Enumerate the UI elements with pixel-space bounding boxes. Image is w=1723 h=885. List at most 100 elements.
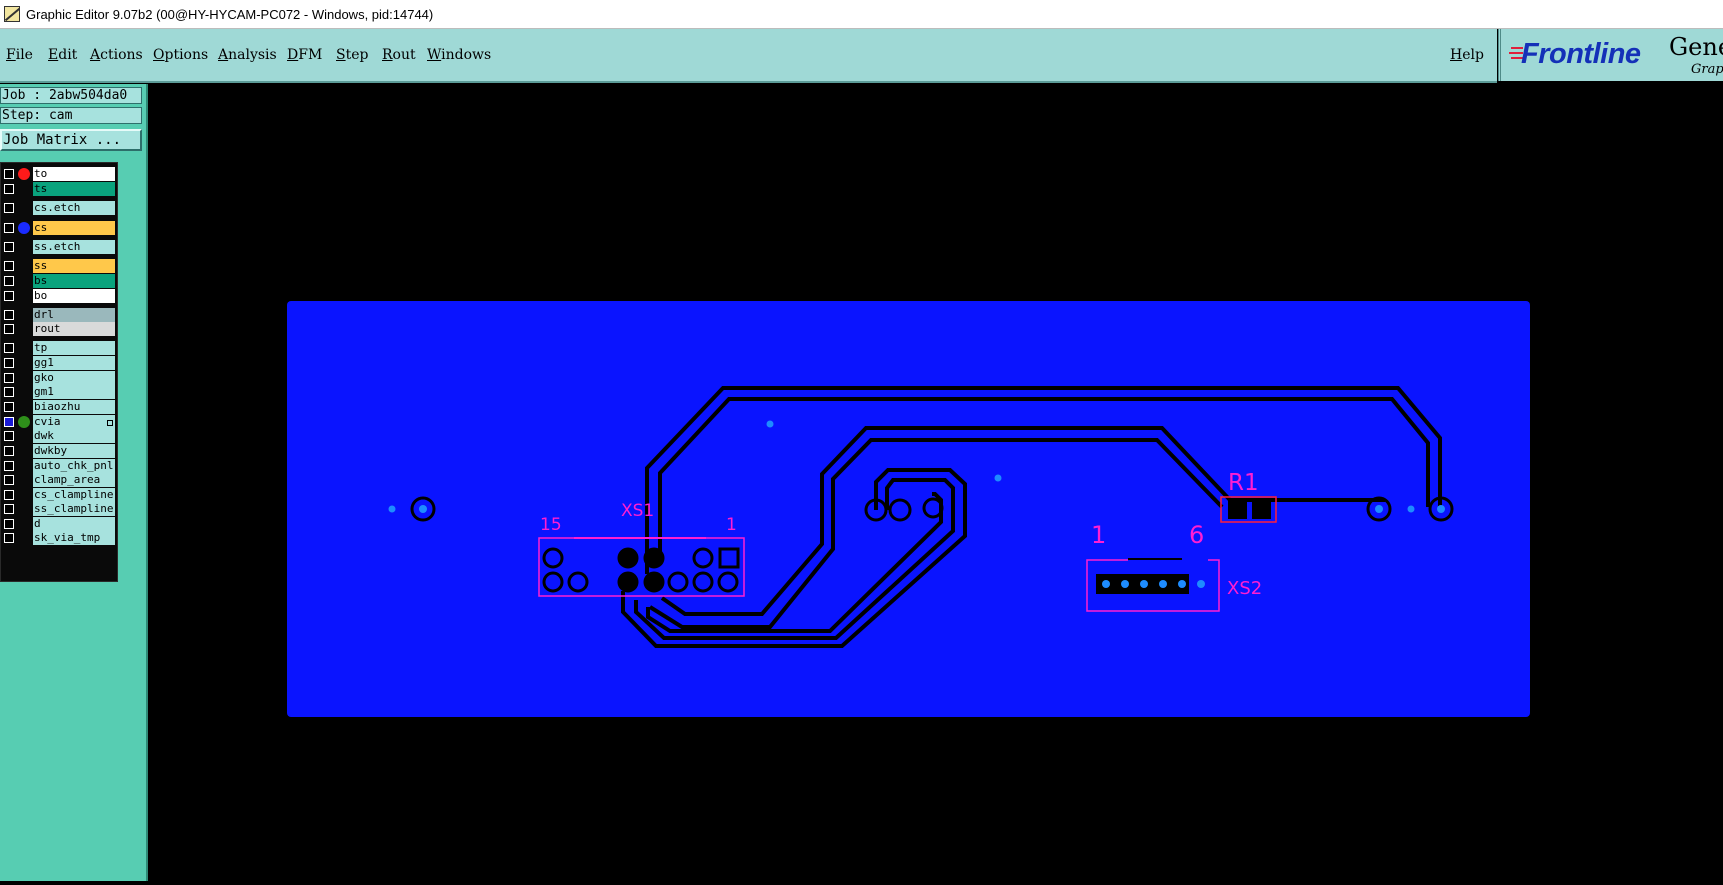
- layer-checkbox[interactable]: [4, 519, 14, 529]
- layer-name[interactable]: gg1: [33, 356, 115, 370]
- layer-row-sk-via-tmp[interactable]: sk_via_tmp: [1, 531, 117, 545]
- layer-row-ss-clampline[interactable]: ss_clampline: [1, 502, 117, 516]
- layer-checkbox[interactable]: [4, 461, 14, 471]
- job-matrix-button[interactable]: Job Matrix ...: [0, 129, 142, 151]
- layer-checkbox[interactable]: [4, 276, 14, 286]
- layer-name[interactable]: auto_chk_pnl: [33, 459, 115, 473]
- layer-name[interactable]: sk_via_tmp: [33, 531, 115, 545]
- layer-name[interactable]: cvia: [33, 415, 115, 429]
- layer-checkbox[interactable]: [4, 291, 14, 301]
- layer-checkbox[interactable]: [4, 431, 14, 441]
- layer-row-gg1[interactable]: gg1: [1, 356, 117, 370]
- layer-affected-dot-icon: [18, 168, 30, 180]
- xs2-pad: [1140, 580, 1148, 588]
- layer-name[interactable]: to: [33, 167, 115, 181]
- layer-name[interactable]: cs: [33, 221, 115, 235]
- layer-name[interactable]: gm1: [33, 385, 115, 399]
- xs2-pad: [1178, 580, 1186, 588]
- layer-checkbox[interactable]: [4, 402, 14, 412]
- layer-name[interactable]: dwk: [33, 429, 115, 443]
- menu-step[interactable]: Step: [336, 47, 368, 63]
- layer-name[interactable]: ss_clampline: [33, 502, 115, 516]
- layer-checkbox[interactable]: [4, 504, 14, 514]
- layer-checkbox[interactable]: [4, 169, 14, 179]
- layer-name[interactable]: clamp_area: [33, 473, 115, 487]
- layer-name[interactable]: rout: [33, 322, 115, 336]
- layer-list: to ts cs.etch cs ss.etch ss bs bo drl rout tp gg1 gk…: [0, 162, 118, 582]
- layer-name[interactable]: gko: [33, 371, 115, 385]
- menu-edit[interactable]: Edit: [48, 47, 77, 63]
- layer-row-gko[interactable]: gko: [1, 371, 117, 385]
- layer-row-biaozhu[interactable]: biaozhu: [1, 400, 117, 414]
- layer-row-clamp-area[interactable]: clamp_area: [1, 473, 117, 487]
- via: [766, 420, 774, 428]
- layer-row-gm1[interactable]: gm1: [1, 385, 117, 399]
- layer-name[interactable]: ts: [33, 182, 115, 196]
- layer-checkbox[interactable]: [4, 490, 14, 500]
- menu-actions[interactable]: Actions: [90, 47, 143, 63]
- layer-name[interactable]: ss: [33, 259, 115, 273]
- step-label: Step: cam: [0, 107, 142, 124]
- xs2-pin1-label: 1: [1091, 521, 1106, 549]
- layer-checkbox[interactable]: [4, 310, 14, 320]
- layer-name[interactable]: bs: [33, 274, 115, 288]
- layer-row-ss[interactable]: ss: [1, 259, 117, 273]
- layer-checkbox[interactable]: [4, 261, 14, 271]
- layer-name[interactable]: cs.etch: [33, 201, 115, 215]
- menu-dfm[interactable]: DFM: [287, 47, 322, 63]
- layer-checkbox[interactable]: [4, 343, 14, 353]
- layer-checkbox[interactable]: [4, 475, 14, 485]
- layer-checkbox[interactable]: [4, 324, 14, 334]
- layer-row-cs-etch[interactable]: cs.etch: [1, 201, 117, 215]
- layer-name[interactable]: dwkby: [33, 444, 115, 458]
- layer-checkbox[interactable]: [4, 387, 14, 397]
- layer-row-cs[interactable]: cs: [1, 221, 117, 235]
- layer-checkbox[interactable]: [4, 184, 14, 194]
- layer-row-d[interactable]: d: [1, 517, 117, 531]
- layer-row-ts[interactable]: ts: [1, 182, 117, 196]
- layer-row-drl[interactable]: drl: [1, 308, 117, 322]
- left-panel: Job : 2abw504da0 Step: cam Job Matrix ..…: [0, 84, 148, 881]
- layer-checkbox[interactable]: [4, 242, 14, 252]
- menu-windows[interactable]: Windows: [427, 47, 491, 63]
- logo-wordmark: Frontline: [1521, 38, 1641, 70]
- menu-options[interactable]: Options: [153, 47, 208, 63]
- menu-file[interactable]: File: [6, 47, 33, 63]
- frontline-logo: Frontline Gene Grap: [1498, 29, 1723, 81]
- window-title: Graphic Editor 9.07b2 (00@HY-HYCAM-PC072…: [26, 6, 434, 22]
- via: [1407, 505, 1415, 513]
- layer-name[interactable]: drl: [33, 308, 115, 322]
- layer-row-bo[interactable]: bo: [1, 289, 117, 303]
- layer-name[interactable]: d: [33, 517, 115, 531]
- menu-analysis[interactable]: Analysis: [218, 47, 277, 63]
- layer-name[interactable]: bo: [33, 289, 115, 303]
- job-label: Job : 2abw504da0: [0, 87, 142, 104]
- layer-row-bs[interactable]: bs: [1, 274, 117, 288]
- layer-row-ss-etch[interactable]: ss.etch: [1, 240, 117, 254]
- layer-row-cs-clampline[interactable]: cs_clampline: [1, 488, 117, 502]
- layer-name[interactable]: biaozhu: [33, 400, 115, 414]
- layer-name[interactable]: cs_clampline: [33, 488, 115, 502]
- layer-checkbox[interactable]: [4, 203, 14, 213]
- layer-row-dwkby[interactable]: dwkby: [1, 444, 117, 458]
- layer-checkbox[interactable]: [4, 223, 14, 233]
- layer-name[interactable]: ss.etch: [33, 240, 115, 254]
- menu-help[interactable]: Help: [1450, 47, 1484, 63]
- xs2-pad: [1197, 580, 1205, 588]
- layer-checkbox[interactable]: [4, 373, 14, 383]
- layer-row-rout[interactable]: rout: [1, 322, 117, 336]
- layer-row-cvia[interactable]: cvia: [1, 415, 117, 429]
- layer-checkbox[interactable]: [4, 446, 14, 456]
- layer-row-dwk[interactable]: dwk: [1, 429, 117, 443]
- layer-row-tp[interactable]: tp: [1, 341, 117, 355]
- layer-checkbox[interactable]: [4, 533, 14, 543]
- layer-checkbox[interactable]: [4, 358, 14, 368]
- layer-row-to[interactable]: to: [1, 167, 117, 181]
- r1-pad-left: [1228, 500, 1247, 519]
- layer-checkbox[interactable]: [4, 417, 14, 427]
- layer-name[interactable]: tp: [33, 341, 115, 355]
- xs1-pin15-label: 15: [540, 515, 562, 535]
- layer-row-auto-chk-pnl[interactable]: auto_chk_pnl: [1, 459, 117, 473]
- menu-rout[interactable]: Rout: [382, 47, 416, 63]
- graphic-canvas[interactable]: 15 XS1 1 1 6 XS2 R1: [148, 84, 1723, 881]
